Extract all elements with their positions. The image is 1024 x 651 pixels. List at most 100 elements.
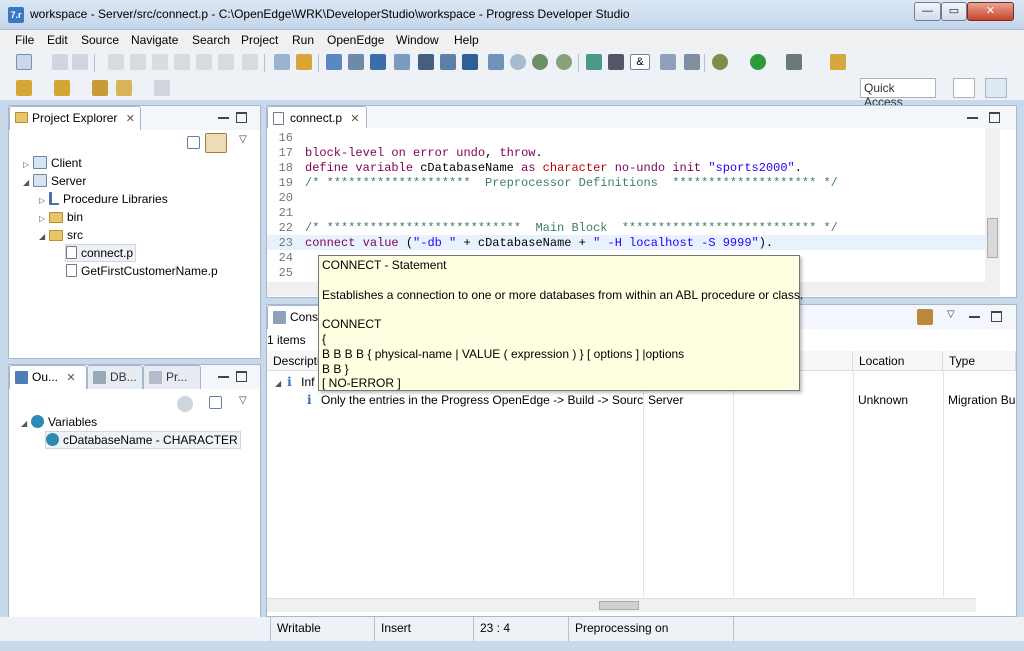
column-type[interactable]: Type: [943, 351, 1016, 371]
format-icon[interactable]: [274, 54, 290, 70]
tab-connect-p[interactable]: connect.p ✕: [267, 106, 367, 130]
close-tab-icon[interactable]: ✕: [350, 113, 359, 125]
tree-item[interactable]: GetFirstCustomerName.p: [66, 262, 218, 280]
menu-source[interactable]: Source: [81, 33, 119, 47]
new-icon[interactable]: [16, 54, 32, 70]
main-toolbar: &: [0, 50, 1024, 76]
tree-item-selected[interactable]: cDatabaseName - CHARACTER: [45, 431, 241, 449]
tree-item[interactable]: ◢ src: [39, 226, 83, 244]
tab-properties[interactable]: Pr...: [143, 365, 201, 389]
tree-item[interactable]: ◢ Variables: [21, 413, 97, 431]
toggle-amp-icon[interactable]: &: [630, 54, 650, 70]
grid-icon[interactable]: [394, 54, 410, 70]
step-over-icon[interactable]: [218, 54, 234, 70]
minimize-view-icon[interactable]: [967, 112, 978, 119]
close-tab-icon[interactable]: ✕: [126, 113, 135, 125]
tree-item[interactable]: ▷ Procedure Libraries: [39, 190, 168, 208]
menu-run[interactable]: Run: [292, 33, 314, 47]
column-location[interactable]: Location: [853, 351, 943, 371]
table-icon[interactable]: [488, 54, 504, 70]
menu-file[interactable]: File: [15, 33, 34, 47]
sort-icon[interactable]: [177, 396, 193, 412]
pen-icon[interactable]: [608, 54, 624, 70]
cell-location: Unknown: [858, 393, 909, 407]
debug-tool-icon[interactable]: [440, 54, 456, 70]
web-icon[interactable]: [556, 54, 572, 70]
view-menu-icon[interactable]: ▽: [239, 395, 247, 406]
step-return-icon[interactable]: [242, 54, 258, 70]
ar-icon[interactable]: [418, 54, 434, 70]
pin-icon[interactable]: [917, 309, 933, 325]
step-into-icon[interactable]: [196, 54, 212, 70]
view-menu-icon[interactable]: ▽: [239, 134, 247, 145]
maximize-button[interactable]: ▭: [941, 2, 967, 21]
tab-project-explorer[interactable]: Project Explorer ✕: [9, 106, 141, 130]
menu-edit[interactable]: Edit: [47, 33, 68, 47]
link-editor-icon[interactable]: [205, 133, 227, 153]
collapse-all-icon[interactable]: [209, 396, 222, 409]
menu-openedge[interactable]: OpenEdge: [327, 33, 384, 47]
oe-perspective-icon[interactable]: [985, 78, 1007, 98]
dictionary-icon[interactable]: [326, 54, 342, 70]
quick-access-input[interactable]: Quick Access: [860, 78, 936, 109]
pause-icon[interactable]: [130, 54, 146, 70]
forward-icon[interactable]: [154, 80, 170, 96]
view-menu-icon[interactable]: ▽: [947, 309, 955, 320]
previous-annotation-icon[interactable]: [54, 80, 70, 96]
close-tab-icon[interactable]: ✕: [66, 372, 75, 384]
close-button[interactable]: ✕: [967, 2, 1014, 21]
scroll-thumb[interactable]: [987, 218, 998, 258]
last-edit-icon[interactable]: [92, 80, 108, 96]
cell-resource: Server: [648, 393, 684, 407]
maximize-view-icon[interactable]: [989, 112, 1000, 123]
sql-icon[interactable]: [462, 54, 478, 70]
search-icon[interactable]: [510, 54, 526, 70]
tree-item[interactable]: ◢ Server: [23, 172, 86, 190]
collapse-all-icon[interactable]: [187, 136, 200, 149]
menu-help[interactable]: Help: [454, 33, 479, 47]
help-book-icon[interactable]: [684, 54, 700, 70]
open-perspective-icon[interactable]: [953, 78, 975, 98]
tree-item-selected[interactable]: connect.p: [65, 244, 137, 262]
tree-item[interactable]: ▷ Client: [23, 154, 82, 172]
save-all-icon[interactable]: [72, 54, 88, 70]
page-icon[interactable]: [660, 54, 676, 70]
tab-db-structure[interactable]: DB...: [87, 365, 143, 389]
deploy-icon[interactable]: [830, 54, 846, 70]
table-horizontal-scrollbar[interactable]: [267, 598, 976, 612]
compile-icon[interactable]: [296, 54, 312, 70]
maximize-view-icon[interactable]: [236, 112, 247, 123]
menu-navigate[interactable]: Navigate: [131, 33, 178, 47]
scroll-thumb[interactable]: [599, 601, 639, 610]
save-icon[interactable]: [52, 54, 68, 70]
maximize-view-icon[interactable]: [236, 371, 247, 382]
menu-window[interactable]: Window: [396, 33, 439, 47]
line-number: 23: [278, 236, 293, 250]
disconnect-icon[interactable]: [174, 54, 190, 70]
debug-icon[interactable]: [712, 54, 728, 70]
appbuilder-icon[interactable]: [370, 54, 386, 70]
back-icon[interactable]: [116, 80, 132, 96]
table-row[interactable]: i Only the entries in the Progress OpenEd…: [307, 391, 643, 409]
minimize-view-icon[interactable]: [218, 112, 229, 119]
external-tools-icon[interactable]: [786, 54, 802, 70]
run-disabled-icon[interactable]: [108, 54, 124, 70]
next-annotation-icon[interactable]: [16, 80, 32, 96]
variable-icon: [46, 433, 59, 446]
minimize-view-icon[interactable]: [218, 371, 229, 378]
menu-search[interactable]: Search: [192, 33, 230, 47]
minimize-view-icon[interactable]: [969, 311, 980, 318]
tree-item[interactable]: ▷ bin: [39, 208, 83, 226]
menu-project[interactable]: Project: [241, 33, 278, 47]
minimize-button[interactable]: —: [914, 2, 941, 21]
procedure-file-icon: [273, 112, 284, 125]
database-icon[interactable]: [586, 54, 602, 70]
tab-outline[interactable]: Ou... ✕: [9, 365, 87, 389]
stop-icon[interactable]: [152, 54, 168, 70]
globe-icon[interactable]: [532, 54, 548, 70]
data-admin-icon[interactable]: [348, 54, 364, 70]
run-icon[interactable]: [750, 54, 766, 70]
editor-vertical-scrollbar[interactable]: [985, 128, 1000, 282]
status-writable: Writable: [270, 617, 368, 641]
maximize-view-icon[interactable]: [991, 311, 1002, 322]
